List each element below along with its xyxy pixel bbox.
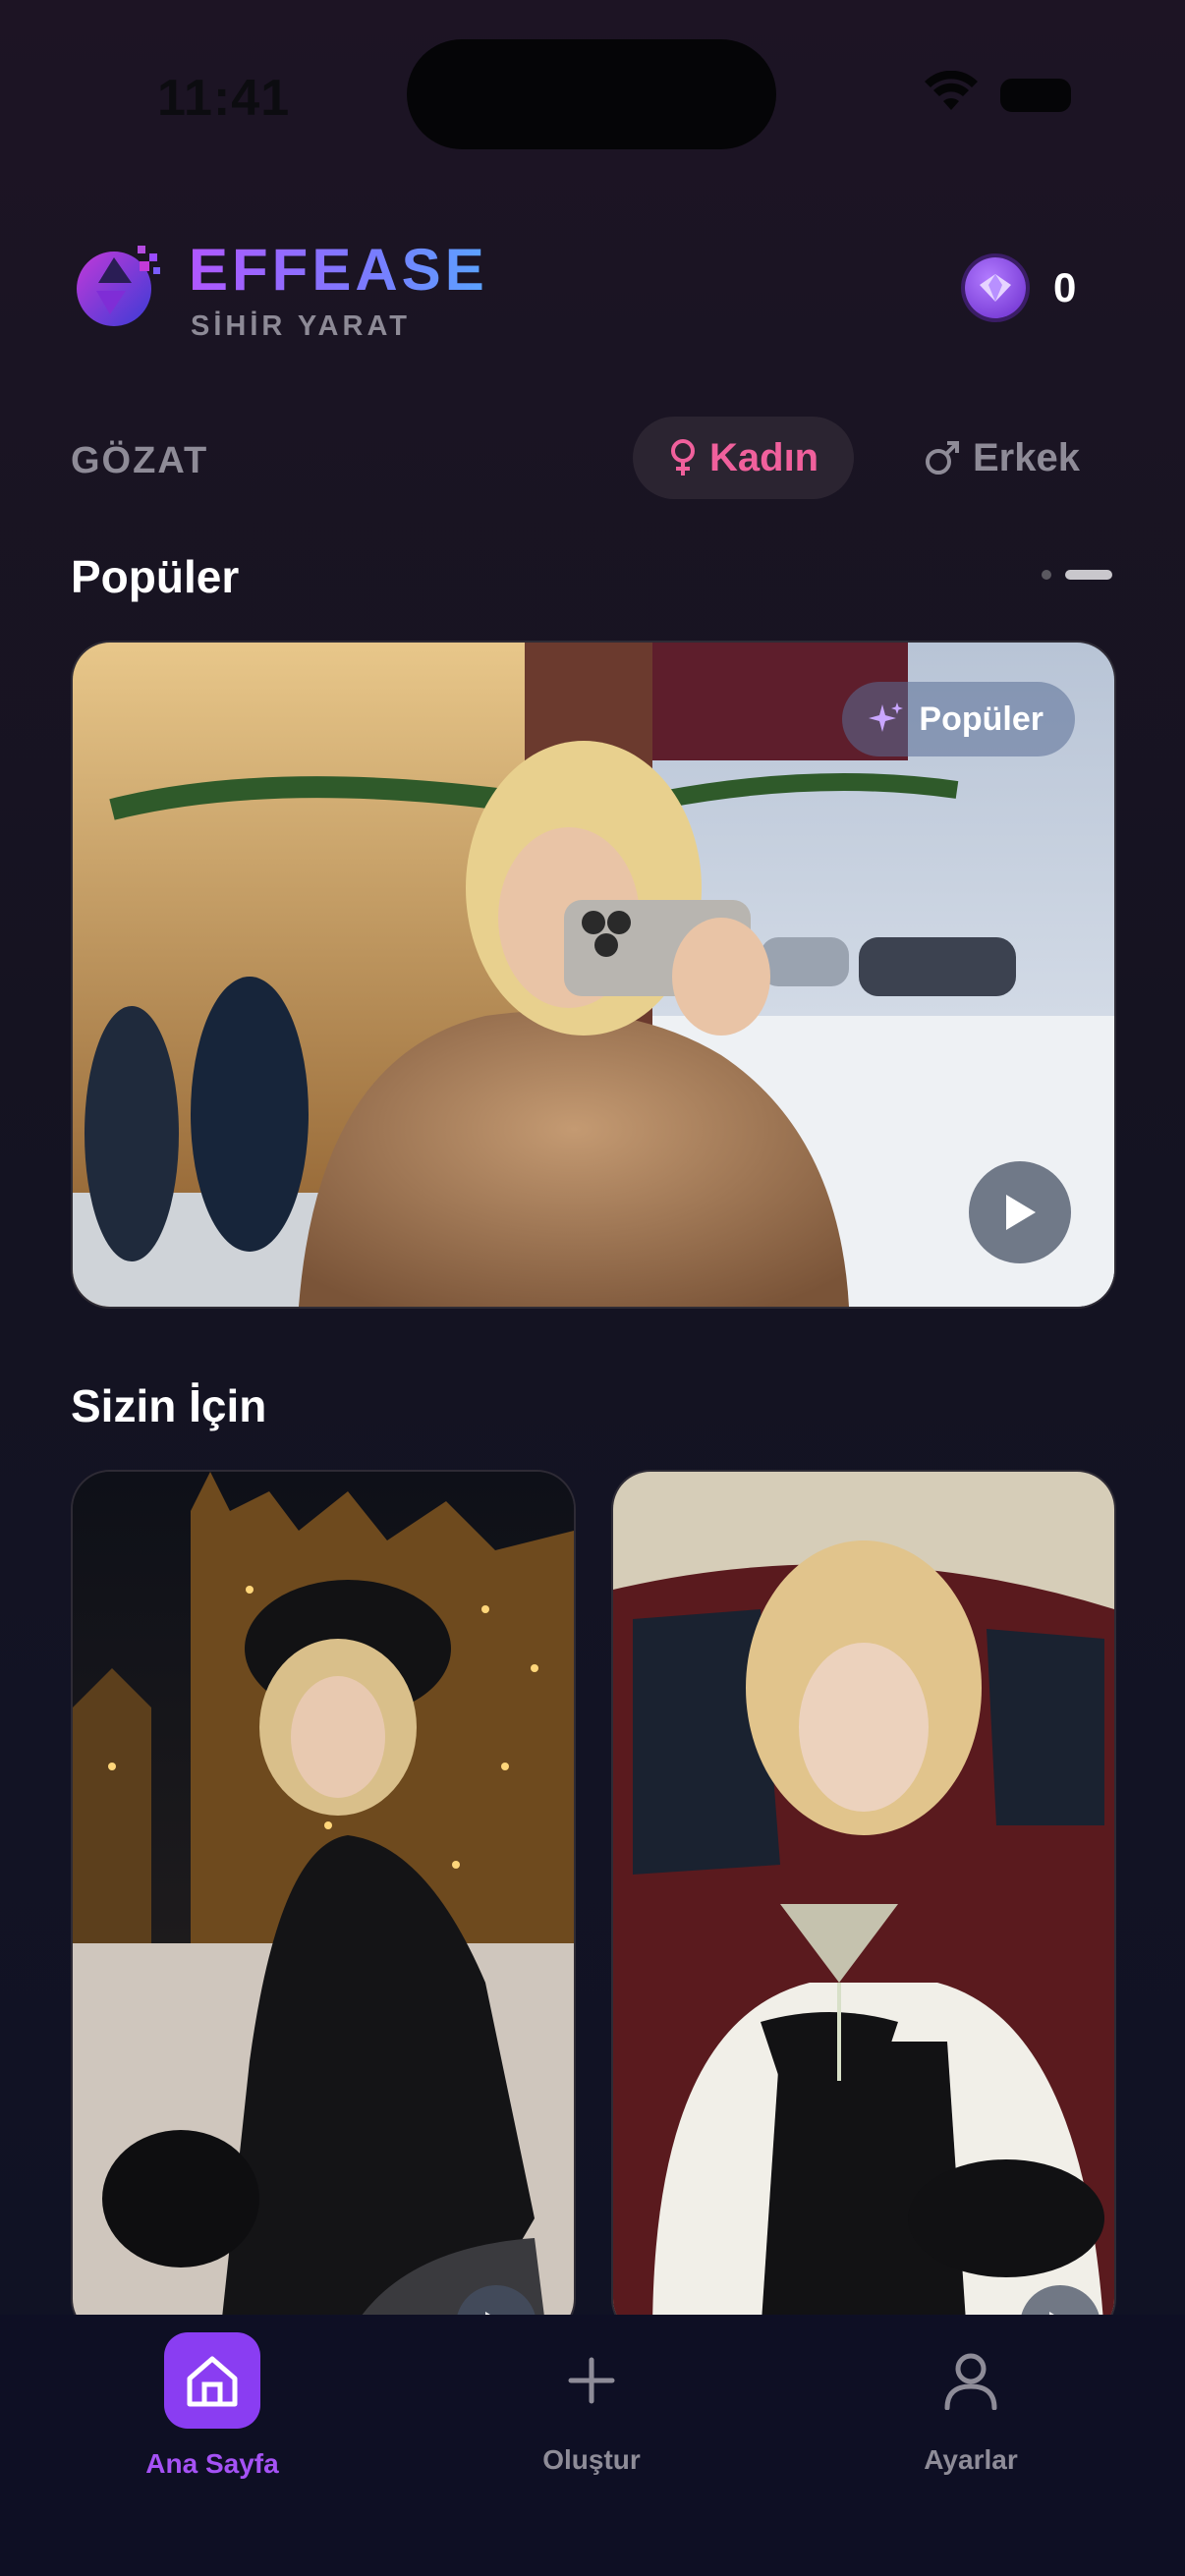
filter-female[interactable]: Kadın — [633, 417, 855, 499]
filter-male[interactable]: Erkek — [888, 417, 1115, 499]
wifi-icon — [925, 71, 978, 110]
for-you-card-2[interactable] — [611, 1470, 1116, 2338]
male-icon — [926, 441, 959, 475]
popular-section-title: Popüler — [71, 551, 240, 602]
nav-home[interactable]: Ana Sayfa — [85, 2332, 340, 2480]
carousel-dot[interactable] — [1042, 570, 1051, 580]
aperture-logo-icon — [77, 246, 160, 326]
bottom-nav: Ana Sayfa Oluştur Ayarlar — [0, 2315, 1185, 2576]
home-icon — [164, 2332, 260, 2429]
nav-create[interactable]: Oluştur — [464, 2332, 719, 2476]
popular-video-card[interactable]: Popüler — [71, 641, 1116, 1309]
credits-balance[interactable]: 0 — [965, 257, 1076, 318]
brand-tagline: SİHİR YARAT — [191, 310, 411, 342]
filter-male-label: Erkek — [973, 435, 1080, 479]
credits-count: 0 — [1053, 264, 1077, 310]
popular-badge-label: Popüler — [919, 700, 1044, 738]
gem-icon — [965, 257, 1026, 318]
user-icon — [923, 2332, 1019, 2429]
status-time: 11:41 — [157, 70, 291, 127]
for-you-section-title: Sizin İçin — [71, 1380, 267, 1431]
sparkles-icon — [869, 702, 904, 732]
browse-label: GÖZAT — [71, 440, 209, 481]
female-icon — [671, 439, 695, 476]
filter-female-label: Kadın — [709, 435, 819, 479]
nav-settings[interactable]: Ayarlar — [843, 2332, 1099, 2476]
play-icon — [1006, 1195, 1036, 1230]
nav-create-label: Oluştur — [542, 2444, 641, 2475]
battery-icon — [1000, 79, 1071, 112]
for-you-card-2-image — [613, 1472, 1114, 2336]
play-button[interactable] — [969, 1161, 1071, 1263]
nav-home-label: Ana Sayfa — [145, 2448, 279, 2479]
carousel-dot-active[interactable] — [1065, 570, 1112, 580]
plus-icon — [543, 2332, 640, 2429]
popular-badge: Popüler — [842, 682, 1075, 756]
nav-settings-label: Ayarlar — [924, 2444, 1018, 2475]
dynamic-island — [407, 39, 776, 149]
for-you-card-1[interactable] — [71, 1470, 576, 2338]
brand-name: EFFEASE — [189, 237, 488, 303]
for-you-card-1-image — [73, 1472, 574, 2336]
carousel-page-indicator[interactable] — [1042, 570, 1112, 580]
